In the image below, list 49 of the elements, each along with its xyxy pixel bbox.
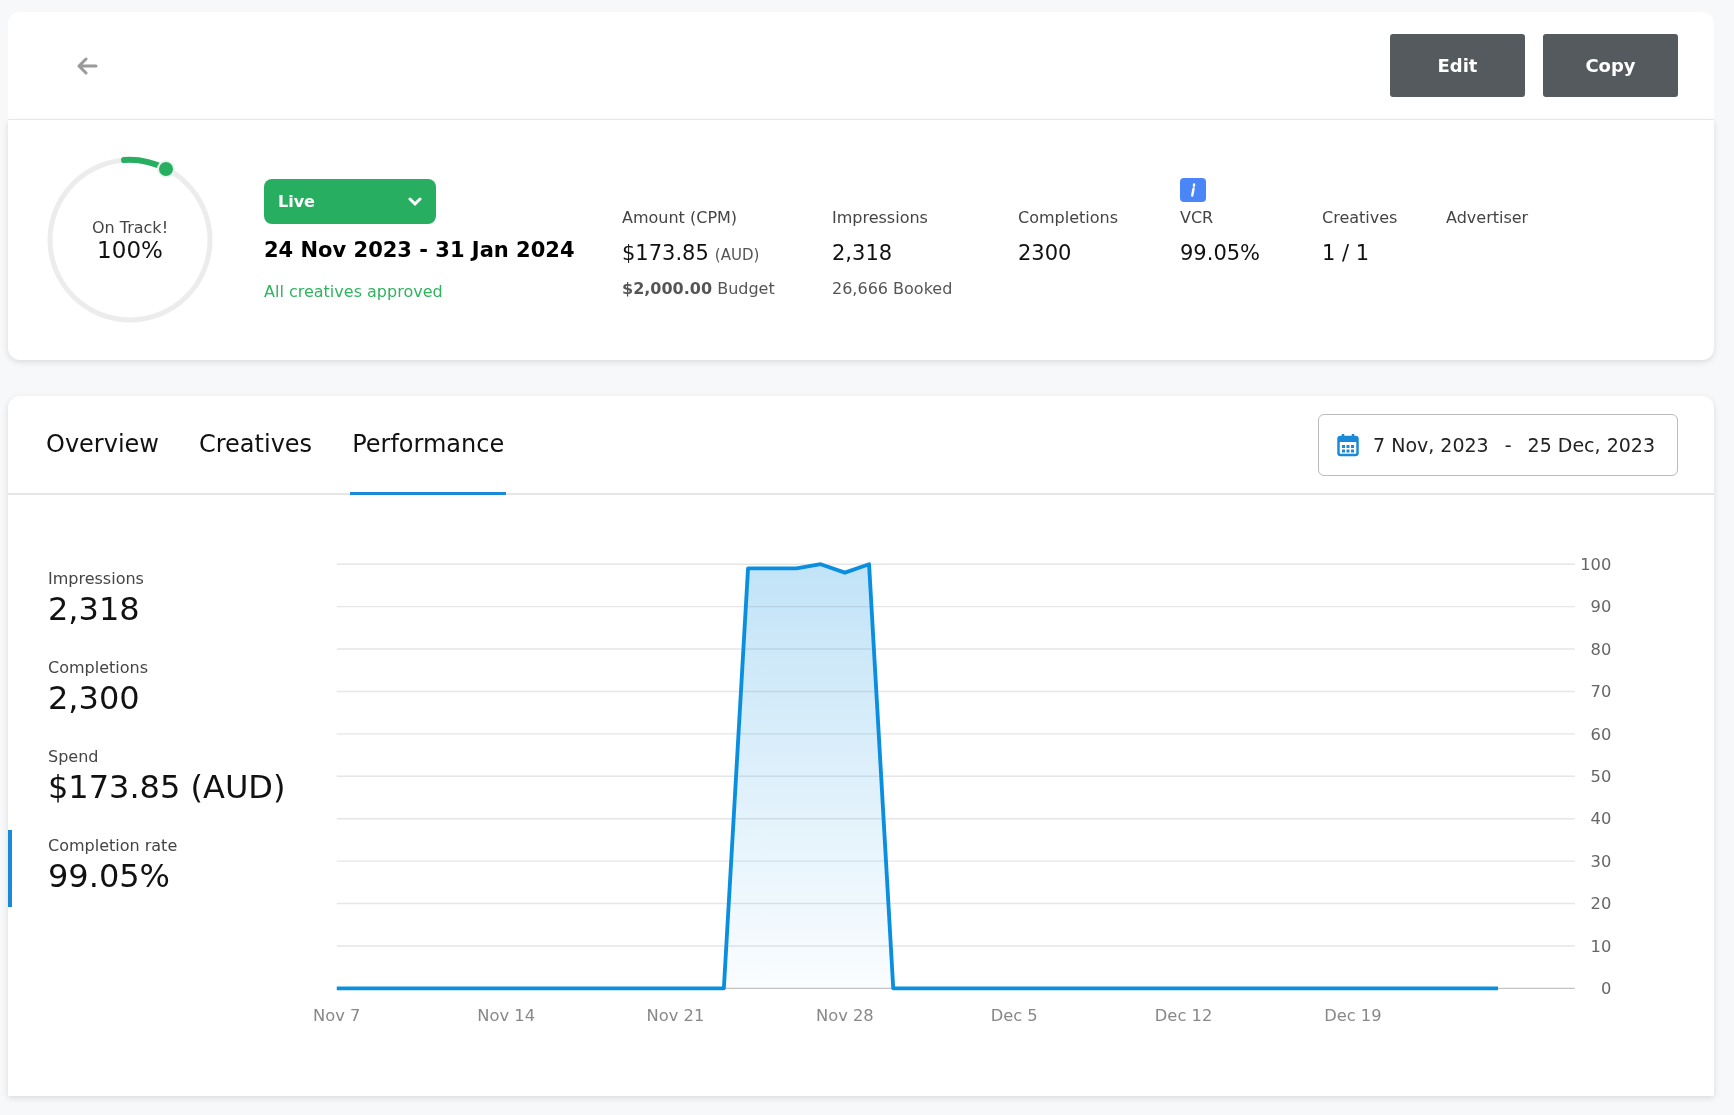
stat-value: 1 / 1: [1322, 241, 1370, 265]
stat-label: Advertiser: [1446, 208, 1529, 227]
tab[interactable]: Performance: [350, 396, 507, 495]
currency-unit: (AUD): [714, 246, 760, 264]
gauge-value: 100%: [97, 236, 163, 263]
stat-subtext: 26,666 Booked: [832, 279, 954, 298]
tab[interactable]: Creatives: [197, 396, 315, 495]
metric-item[interactable]: Spend $173.85 (AUD): [8, 741, 308, 818]
stat-value: 2,318: [832, 241, 893, 265]
metric-item[interactable]: Completions 2,300: [8, 652, 308, 729]
x-axis-label: Nov 7: [313, 1006, 361, 1025]
stat-label: Completions: [1018, 208, 1118, 227]
metric-item[interactable]: Impressions 2,318: [8, 563, 308, 640]
y-axis-label: 100: [1580, 554, 1612, 574]
y-axis-label: 50: [1590, 767, 1612, 787]
metric-item[interactable]: Completion rate 99.05%: [8, 830, 308, 907]
calendar-icon: [1337, 432, 1360, 457]
y-axis-label: 80: [1590, 639, 1612, 659]
stat-label: Amount (CPM): [622, 208, 738, 227]
y-axis-label: 10: [1590, 936, 1612, 956]
flight-dates: 24 Nov 2023 - 31 Jan 2024: [264, 238, 574, 262]
stat-subtext: $2,000.00 Budget: [622, 279, 776, 298]
action-button[interactable]: Edit: [1390, 34, 1525, 97]
x-axis-label: Dec 12: [1154, 1006, 1213, 1025]
chevron-down-icon: [408, 196, 422, 207]
gauge-label: On Track!: [91, 217, 169, 237]
x-axis-label: Nov 21: [646, 1006, 705, 1025]
x-axis-label: Nov 28: [816, 1006, 874, 1025]
stat-label: Impressions: [832, 208, 928, 227]
y-axis-label: 30: [1590, 851, 1612, 871]
y-axis-label: 0: [1600, 979, 1612, 999]
y-axis-label: 70: [1590, 682, 1612, 702]
stat-label: Creatives: [1322, 208, 1398, 227]
stat-value: $173.85: [622, 241, 709, 265]
approval-status: All creatives approved: [264, 282, 444, 301]
x-axis-label: Nov 14: [477, 1006, 535, 1025]
stat-value: 99.05%: [1180, 241, 1261, 265]
date-range-picker[interactable]: 7 Nov, 2023 - 25 Dec, 2023: [1318, 413, 1678, 476]
tab[interactable]: Overview: [44, 396, 161, 495]
x-axis-label: Dec 5: [990, 1006, 1038, 1025]
stat-value: 2300: [1018, 241, 1072, 265]
y-axis-label: 40: [1590, 809, 1612, 829]
y-axis-label: 60: [1590, 724, 1612, 744]
info-icon[interactable]: [1180, 178, 1206, 202]
y-axis-label: 90: [1590, 597, 1612, 617]
x-axis-label: Dec 19: [1324, 1006, 1382, 1025]
stat-label: VCR: [1180, 208, 1214, 227]
y-axis-label: 20: [1590, 894, 1612, 914]
action-button[interactable]: Copy: [1543, 34, 1678, 97]
